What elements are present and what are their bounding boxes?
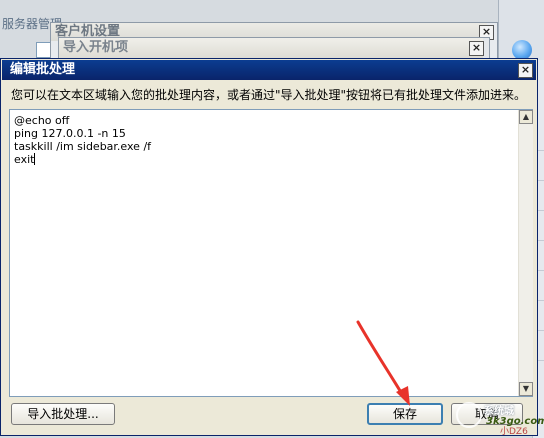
import-startup-title: 导入开机项 <box>59 38 483 58</box>
text-caret <box>34 153 36 165</box>
instruction-text: 您可以在文本区域输入您的批处理内容，或者通过"导入批处理"按钮将已有批处理文件添… <box>11 88 527 102</box>
background-fragment-text: 小DZ6 <box>500 427 528 437</box>
script-text[interactable]: @echo off ping 127.0.0.1 -n 15 taskkill /i… <box>14 114 510 166</box>
annotation-arrow-icon <box>356 320 410 406</box>
batch-script-textarea[interactable]: @echo off ping 127.0.0.1 -n 15 taskkill /i… <box>9 109 533 397</box>
watermark-circle-icon <box>456 402 482 428</box>
script-line: @echo off <box>14 114 70 127</box>
script-line: ping 127.0.0.1 -n 15 <box>14 127 126 140</box>
vertical-scrollbar[interactable]: ▲ ▼ <box>518 110 533 396</box>
watermark-logo: 系统城 3k3go.com <box>456 398 544 432</box>
import-batch-button[interactable]: 导入批处理... <box>11 403 115 425</box>
close-icon[interactable]: × <box>469 41 484 56</box>
dialog-title: 编辑批处理 <box>10 62 76 77</box>
script-line: exit <box>14 153 36 166</box>
globe-icon <box>512 40 532 60</box>
watermark-text: 系统城 <box>484 406 514 417</box>
dialog-titlebar: 编辑批处理 × <box>2 60 536 80</box>
script-line: taskkill /im sidebar.exe /f <box>14 140 152 153</box>
close-icon[interactable]: × <box>518 63 533 78</box>
scroll-up-icon[interactable]: ▲ <box>519 110 533 124</box>
edit-batch-dialog: 编辑批处理 × 您可以在文本区域输入您的批处理内容，或者通过"导入批处理"按钮将… <box>0 58 538 436</box>
scroll-down-icon[interactable]: ▼ <box>519 382 533 396</box>
